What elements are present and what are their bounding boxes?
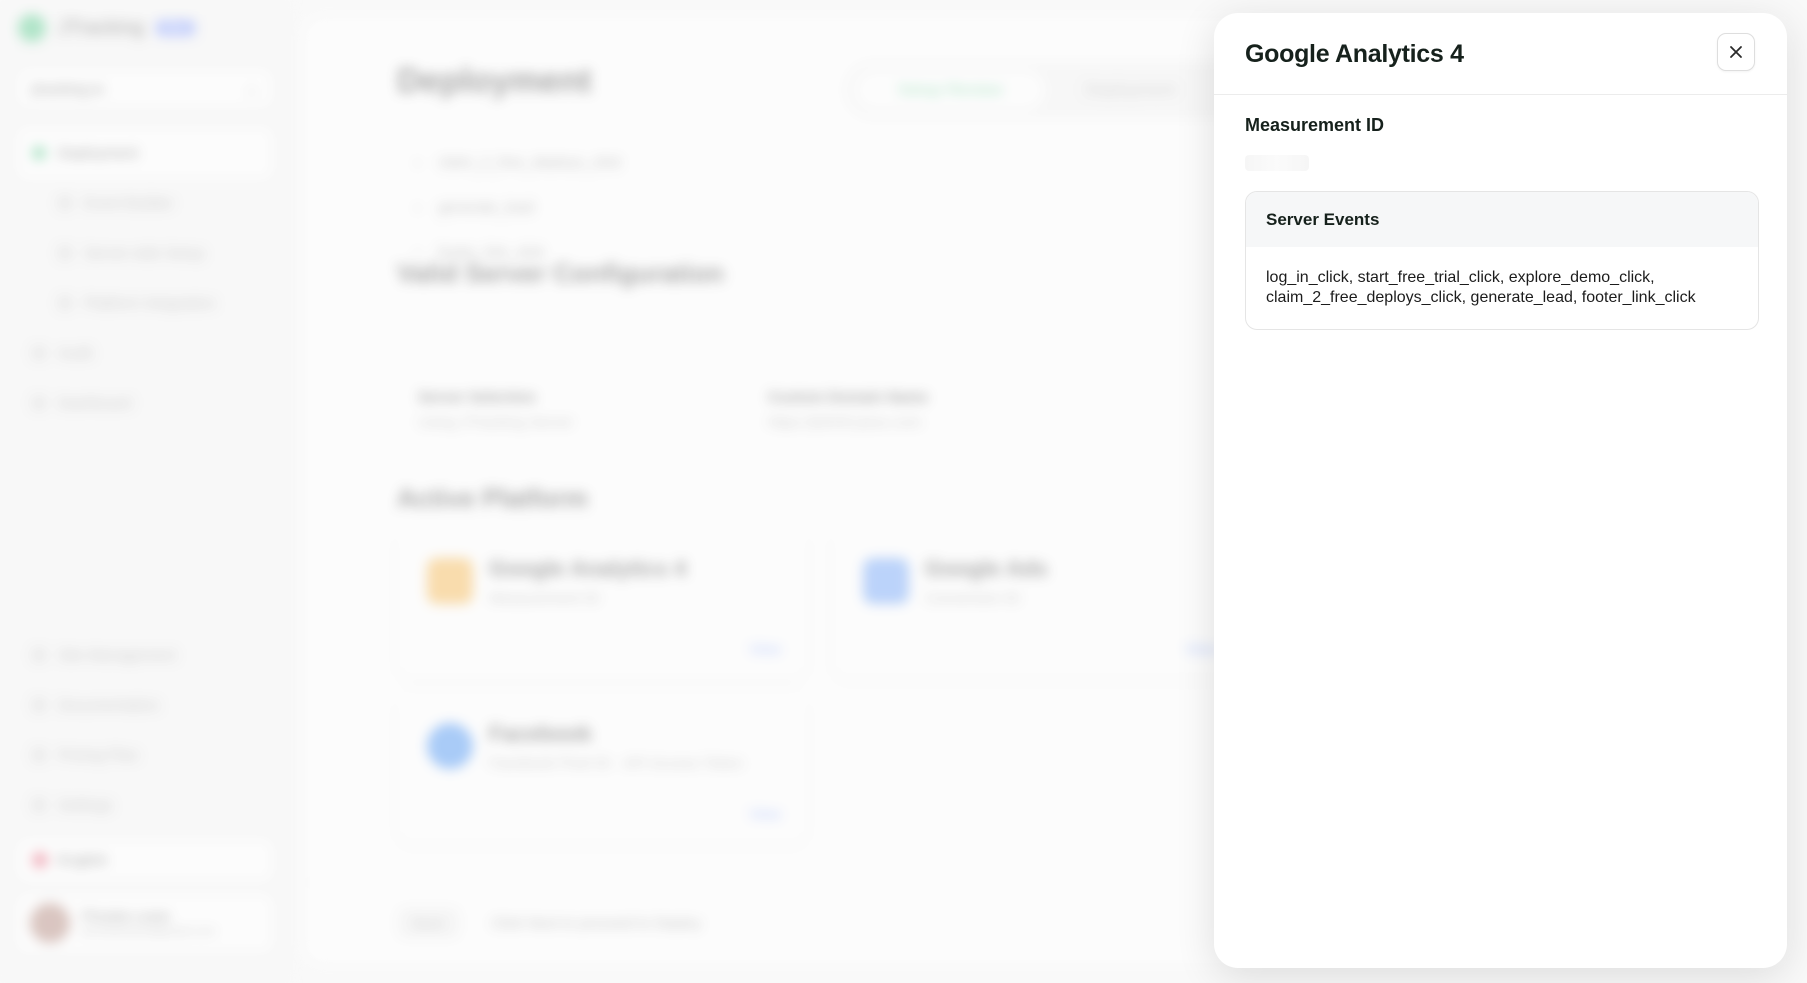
server-events-card: Server Events log_in_click, start_free_t… (1245, 191, 1759, 330)
measurement-id-label: Measurement ID (1245, 115, 1385, 135)
server-events-title: Server Events (1246, 192, 1758, 247)
measurement-id-value (1245, 147, 1305, 167)
server-events-list: log_in_click, start_free_trial_click, ex… (1246, 247, 1758, 308)
platform-detail-drawer: Google Analytics 4 Measurement ID Server… (1214, 13, 1787, 968)
server-events-line: log_in_click, start_free_trial_click, ex… (1266, 269, 1655, 286)
drawer-title: Google Analytics 4 (1245, 40, 1464, 68)
close-button[interactable] (1717, 33, 1755, 71)
server-events-line: claim_2_free_deploys_click, generate_lea… (1266, 289, 1696, 306)
drawer-header: Google Analytics 4 (1214, 13, 1787, 95)
close-icon (1730, 46, 1742, 58)
